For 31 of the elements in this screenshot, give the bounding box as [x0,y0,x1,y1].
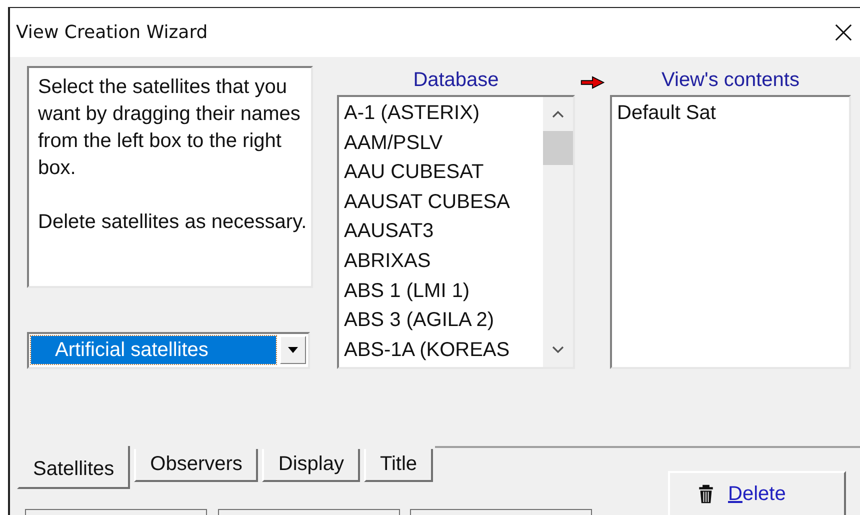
list-item[interactable]: AAUSAT CUBESA [344,188,543,218]
list-heading: View's contents [662,68,800,93]
list-item[interactable]: Default Sat [617,99,849,129]
tab[interactable]: Title [364,449,434,482]
instruction-text: Delete satellites as necessary. [38,210,307,235]
category-dropdown[interactable]: Artificial satellites [27,332,310,369]
database-list[interactable]: A-1 (ASTERIX) AAM/PSLV AAU CUBESAT AAUSAT CUBESA AAUSAT3 ABRIXAS ABS 1 (LMI 1) ABS 3 (AGILA 2) ABS-1A (KOREAS [337,95,575,369]
window-title: View Creation Wizard [16,22,208,43]
list-item[interactable]: AAU CUBESAT [344,158,543,188]
scroll-up-icon[interactable] [552,110,564,118]
list-item[interactable]: ABS 1 (LMI 1) [344,276,543,306]
list-item[interactable]: ABS 3 (AGILA 2) [344,306,543,336]
instruction-text: Select the satellites that you want by dragging their names from the left box to the right box. [38,75,302,181]
list-item[interactable]: ABS-1A (KOREAS [344,336,543,366]
dropdown-arrow-icon [287,346,299,354]
list-item[interactable]: ABRIXAS [344,246,543,277]
tab[interactable]: Display [262,449,360,482]
delete-button[interactable]: Delete [668,471,846,515]
list-item[interactable]: AAM/PSLV [344,128,543,158]
tab[interactable]: Satellites [17,446,130,489]
list-heading: Database [413,68,499,93]
tab[interactable]: Observers [134,449,258,482]
list-item[interactable]: A-1 (ASTERIX) [344,99,543,129]
close-icon[interactable] [834,23,853,42]
arrow-icon [580,76,605,89]
trash-icon [698,483,714,505]
view-contents-list[interactable]: Default Sat [610,95,851,369]
scroll-down-icon[interactable] [552,346,564,354]
scrollbar[interactable] [543,97,573,367]
list-item[interactable]: AAUSAT3 [344,217,543,247]
scroll-thumb[interactable] [543,131,573,165]
